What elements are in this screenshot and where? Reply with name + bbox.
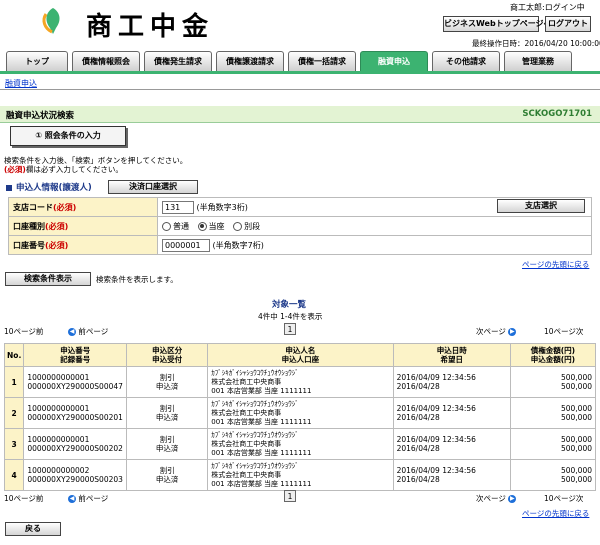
row-no: 1 [3,366,25,398]
applicant-section-heading: 申込人情報(譲渡人) [6,181,92,193]
required-mark: (必須) [4,165,26,174]
account-type-label: 口座種別(必須) [8,216,158,236]
account-number-input[interactable]: 0000001 [162,238,210,252]
arrow-left-icon: ◀ [68,495,76,503]
page-title-bar: 融資申込状況検索 SCKOGO71701 [0,106,600,123]
row-type: 割引 申込済 [126,366,209,398]
logout-button[interactable]: ログアウト [545,16,591,32]
row-no: 4 [3,459,25,491]
search-conditions-text: 検索条件を表示します。 [96,275,178,284]
page-top-link-bottom[interactable]: ページの先頭に戻る [522,508,589,519]
row-type: 割引 申込済 [126,428,209,460]
radio-ordinary[interactable] [162,221,171,231]
radio-special[interactable] [233,221,243,231]
row-application-number: 1000000000001 000000XY290000S00202 [23,428,128,460]
radio-current[interactable] [197,221,207,231]
search-form-table: 支店コード(必須) 131 (半角数字3桁) 支店選択 口座種別(必須) 普通 … [8,197,592,255]
pager-prev[interactable]: ◀ 前ページ [68,326,108,337]
row-amount: 500,000 500,000 [509,397,597,429]
row-date: 2016/04/09 12:34:56 2016/04/28 [392,397,511,429]
arrow-left-icon: ◀ [68,328,76,336]
tab-claim-transfer[interactable]: 債権譲渡請求 [216,51,284,71]
table-row[interactable]: 3 1000000000001 000000XY290000S00202 割引 申込… [3,428,597,460]
tab-other-requests[interactable]: その他請求 [432,51,500,71]
table-row[interactable]: 4 1000000000002 000000XY290000S00203 割引 申込… [3,459,597,491]
row-date: 2016/04/09 12:34:56 2016/04/28 [392,366,511,398]
pager-prev10[interactable]: 10ページ前 [4,326,43,337]
row-applicant: ｶﾌﾞｼｷｶﾞｲｼｬｼｮｳｺｳﾁｭｳｵｳｼｮｳｼﾞ 株式会社商工中央商事 001 本… [207,397,394,429]
arrow-right-icon: ▶ [508,495,517,503]
logo-text: 商工中金 [86,12,215,42]
results-table: No. 申込番号 記録番号 申込区分 申込受付 申込人名 申込人口座 申込日時 希望日 … [3,343,597,491]
row-amount: 500,000 500,000 [509,366,597,398]
tab-claim-inquiry[interactable]: 債権情報照会 [72,51,140,71]
header-application-type: 申込区分 申込受付 [126,343,209,367]
main-tab-bar: トップ 債権情報照会 債権発生請求 債権譲渡請求 債権一括請求 融資申込 その他… [0,51,600,74]
tab-bulk-request[interactable]: 債権一括請求 [288,51,356,71]
header-no: No. [3,343,25,367]
header-amount: 債権金額(円) 申込金額(円) [509,343,597,367]
last-operation-time: 最終操作日時：2016/04/20 10:00:00 [472,39,600,48]
row-application-number: 1000000000001 000000XY290000S00047 [23,366,128,398]
instruction-line-2: (必須)欄は必ず入力してください。 [4,164,123,175]
table-row[interactable]: 1 1000000000001 000000XY290000S00047 割引 申込… [3,366,597,398]
pager-prev-bottom[interactable]: ◀ 前ページ [68,493,108,504]
pager-current-page[interactable]: 1 [284,323,296,335]
pager-current-page-bottom[interactable]: 1 [284,490,296,502]
account-number-hint: (半角数字7桁) [212,240,264,250]
results-title: 対象一覧 [272,300,307,310]
business-web-top-button[interactable]: ビジネスWebトップページへ [443,16,552,32]
tab-top[interactable]: トップ [6,51,68,71]
user-status: 商工太郎:ログイン中 [510,3,585,12]
row-amount: 500,000 500,000 [509,459,597,491]
row-applicant: ｶﾌﾞｼｷｶﾞｲｼｬｼｮｳｺｳﾁｭｳｵｳｼｮｳｼﾞ 株式会社商工中央商事 001 本… [207,459,394,491]
branch-select-button[interactable]: 支店選択 [497,199,585,213]
pager-prev10-bottom[interactable]: 10ページ前 [4,493,43,504]
subnav-loan-application[interactable]: 融資申込 [5,78,37,89]
divider [0,89,600,90]
section-heading-text: 申込人情報(譲渡人) [16,183,92,193]
pager-next-bottom[interactable]: 次ページ ▶ [476,493,517,504]
row-applicant: ｶﾌﾞｼｷｶﾞｲｼｬｼｮｳｺｳﾁｭｳｵｳｼｮｳｼﾞ 株式会社商工中央商事 001 本… [207,428,394,460]
branch-code-label: 支店コード(必須) [8,197,158,217]
step-indicator: ① 照会条件の入力 [10,126,126,146]
tab-claim-issue[interactable]: 債権発生請求 [144,51,212,71]
page-title: 融資申込状況検索 [6,111,75,121]
pager-next10[interactable]: 10ページ次 [544,326,583,337]
row-application-number: 1000000000001 000000XY290000S00201 [23,397,128,429]
page-top-link[interactable]: ページの先頭に戻る [522,259,589,270]
account-select-button[interactable]: 決済口座選択 [108,180,198,194]
section-bullet-icon [6,184,12,191]
row-no: 2 [3,397,25,429]
logo-icon [42,8,60,34]
pager-next10-bottom[interactable]: 10ページ次 [544,493,583,504]
instruction-text: 欄は必ず入力してください。 [25,165,123,174]
header-application-date: 申込日時 希望日 [392,343,511,367]
row-date: 2016/04/09 12:34:56 2016/04/28 [392,428,511,460]
row-no: 3 [3,428,25,460]
screen-code: SCKOGO71701 [522,109,592,119]
show-search-conditions-button[interactable]: 検索条件表示 [5,272,91,286]
header-applicant: 申込人名 申込人口座 [207,343,394,367]
row-amount: 500,000 500,000 [509,428,597,460]
pager-next[interactable]: 次ページ ▶ [476,326,517,337]
account-number-label: 口座番号(必須) [8,235,158,255]
back-button[interactable]: 戻る [5,522,61,536]
table-row[interactable]: 2 1000000000001 000000XY290000S00201 割引 申込… [3,397,597,429]
header-application-number: 申込番号 記録番号 [23,343,128,367]
tab-loan-application[interactable]: 融資申込 [360,51,428,71]
row-date: 2016/04/09 12:34:56 2016/04/28 [392,459,511,491]
row-applicant: ｶﾌﾞｼｷｶﾞｲｼｬｼｮｳｺｳﾁｭｳｵｳｼｮｳｼﾞ 株式会社商工中央商事 001 本… [207,366,394,398]
results-count: 4件中 1-4件を表示 [258,312,323,321]
row-type: 割引 申込済 [126,397,209,429]
arrow-right-icon: ▶ [508,328,517,336]
branch-code-hint: (半角数字3桁) [196,202,248,212]
branch-code-input[interactable]: 131 [162,200,194,214]
row-application-number: 1000000000002 000000XY290000S00203 [23,459,128,491]
row-type: 割引 申込済 [126,459,209,491]
tab-management[interactable]: 管理業務 [504,51,572,71]
